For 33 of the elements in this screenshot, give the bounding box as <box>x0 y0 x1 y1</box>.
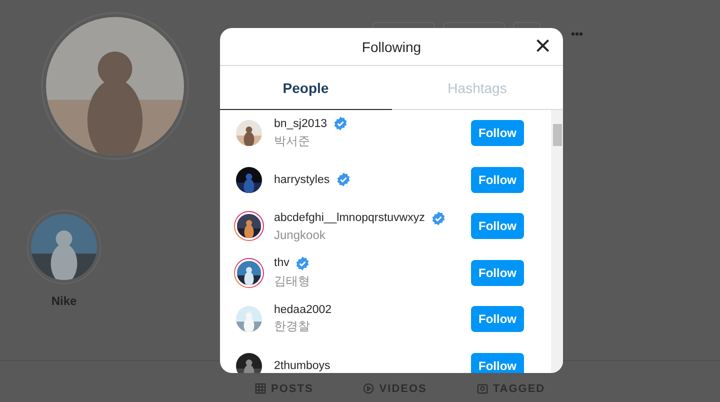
follow-button[interactable]: Follow <box>471 166 524 193</box>
username[interactable]: harrystyles <box>274 174 330 186</box>
tag-icon <box>476 383 488 394</box>
username[interactable]: 2thumboys <box>274 360 330 372</box>
username[interactable]: hedaa2002 <box>274 304 332 316</box>
verified-badge-icon <box>295 256 310 271</box>
highlight-avatar[interactable] <box>27 210 101 284</box>
scrollbar[interactable] <box>551 110 563 373</box>
avatar[interactable] <box>234 211 264 242</box>
follow-button[interactable]: Follow <box>471 352 524 373</box>
tab[interactable]: People <box>220 66 392 110</box>
verified-badge-icon <box>336 172 351 188</box>
grid-icon <box>255 383 266 394</box>
verified-badge-icon <box>430 210 446 226</box>
follow-button[interactable]: Follow <box>471 260 524 286</box>
play-icon <box>363 383 374 394</box>
full-name: 박서준 <box>274 133 311 150</box>
username[interactable]: thv <box>274 257 290 270</box>
username[interactable]: abcdefghi__lmnopqrstuvwxyz <box>274 212 425 224</box>
tab[interactable]: Hashtags <box>392 66 563 110</box>
avatar[interactable] <box>234 258 264 288</box>
highlight-label: Nike <box>51 294 77 308</box>
full-name: 김태형 <box>274 272 311 290</box>
close-button[interactable]: × <box>532 34 553 58</box>
avatar[interactable] <box>234 350 264 373</box>
verified-badge-icon <box>333 116 348 132</box>
follow-button[interactable]: Follow <box>471 120 524 146</box>
full-name: 한경찰 <box>274 318 311 335</box>
full-name: Jungkook <box>274 228 326 242</box>
username[interactable]: bn_sj2013 <box>274 118 328 130</box>
follow-button[interactable]: Follow <box>471 306 524 332</box>
follow-button[interactable]: Follow <box>471 213 524 240</box>
dialog-title: Following <box>362 38 422 54</box>
